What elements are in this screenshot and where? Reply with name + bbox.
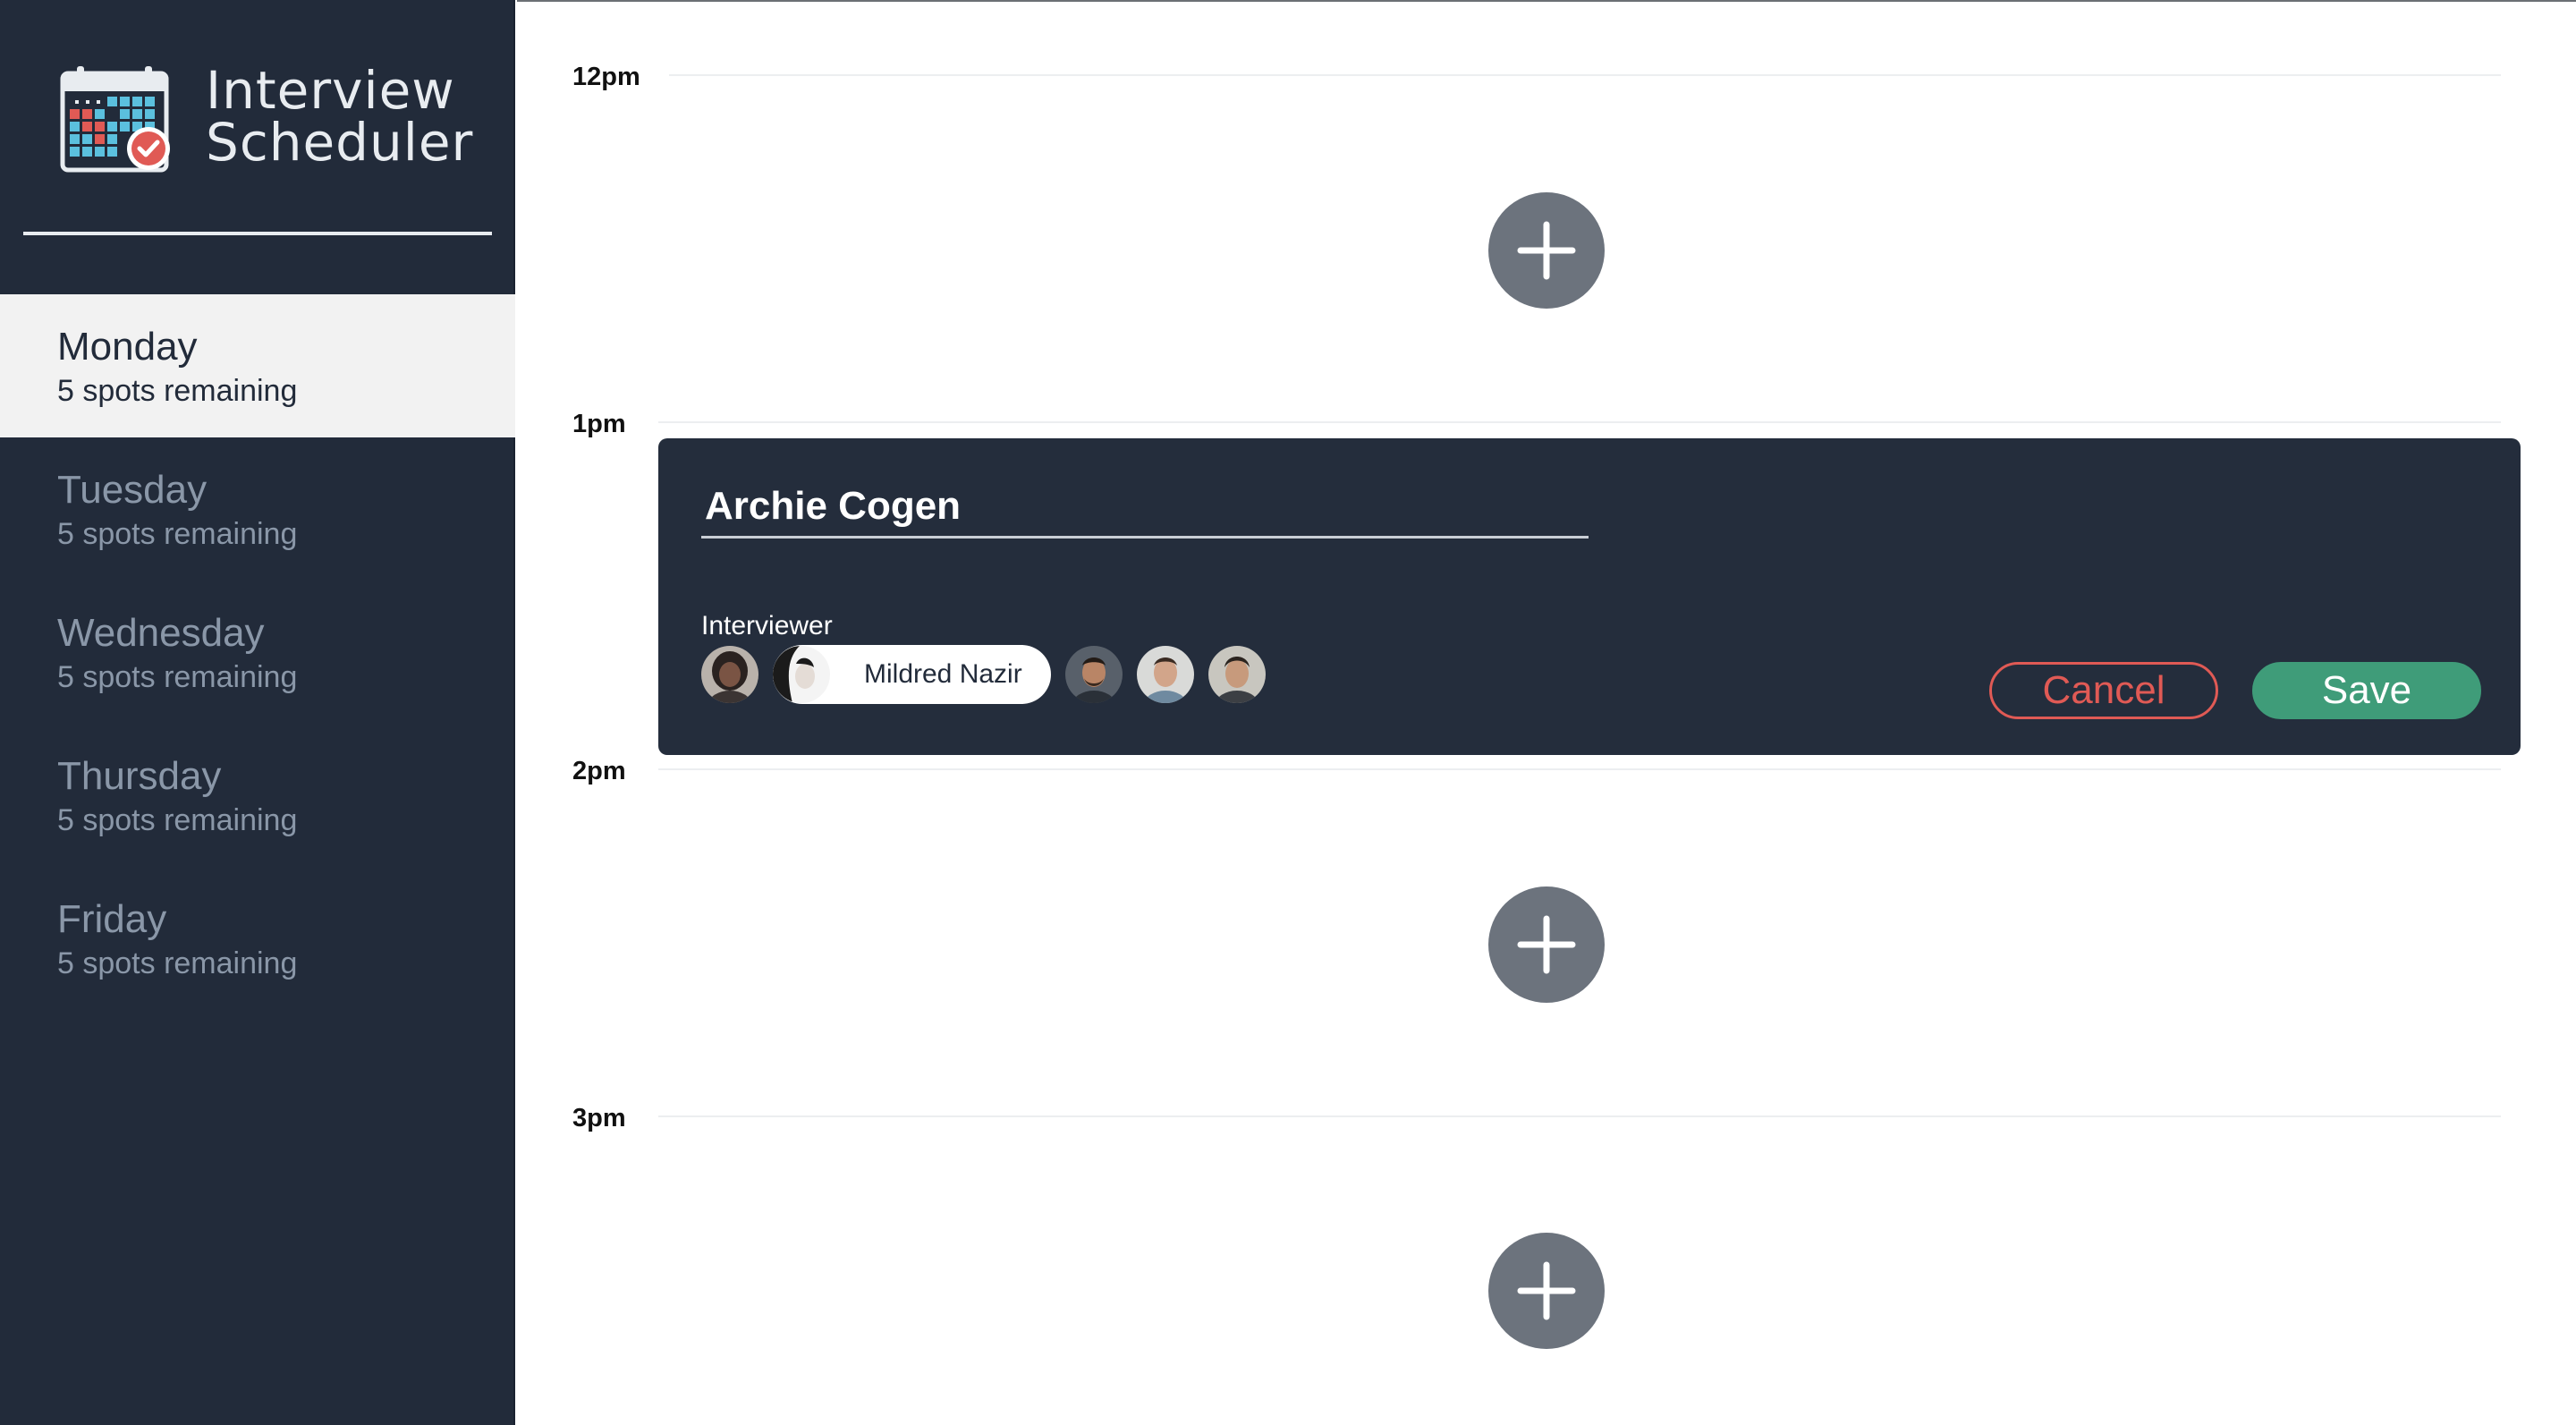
time-label-1pm: 1pm <box>572 410 626 438</box>
time-rule <box>658 421 2501 423</box>
interviewer-label: Interviewer <box>701 611 833 640</box>
day-item-wednesday[interactable]: Wednesday 5 spots remaining <box>0 581 515 724</box>
interviewer-selected[interactable]: Mildred Nazir <box>773 645 1051 704</box>
add-appointment-button[interactable] <box>1488 192 1605 309</box>
app-title: Interview Scheduler <box>206 64 473 168</box>
schedule: 12pm 1pm Interviewer <box>517 0 2576 1425</box>
day-name: Thursday <box>57 754 222 798</box>
student-name-input[interactable] <box>701 476 1589 539</box>
time-rule <box>658 768 2501 770</box>
interviewer-avatar <box>773 646 830 703</box>
sidebar: Interview Scheduler Monday 5 spots remai… <box>0 0 515 1425</box>
day-name: Friday <box>57 897 167 941</box>
plus-icon <box>1517 1261 1576 1320</box>
avatar-photo-icon <box>701 646 758 703</box>
avatar-photo-icon <box>1064 646 1123 703</box>
avatar-photo-icon <box>1136 646 1194 703</box>
plus-icon <box>1517 915 1576 974</box>
cancel-button[interactable]: Cancel <box>1989 662 2218 719</box>
time-label-2pm: 2pm <box>572 757 626 785</box>
app-title-line-1: Interview <box>206 60 455 121</box>
time-rule <box>658 1115 2501 1117</box>
sidebar-divider <box>23 232 492 235</box>
plus-icon <box>1517 221 1576 280</box>
time-label-3pm: 3pm <box>572 1104 626 1132</box>
interviewer-name: Mildred Nazir <box>864 659 1022 689</box>
interviewer-avatar[interactable] <box>1064 646 1123 703</box>
day-spots: 5 spots remaining <box>57 946 298 980</box>
day-item-friday[interactable]: Friday 5 spots remaining <box>0 867 515 1010</box>
calendar-logo-icon <box>60 66 170 173</box>
add-appointment-button[interactable] <box>1488 1233 1605 1349</box>
day-item-monday[interactable]: Monday 5 spots remaining <box>0 294 515 437</box>
day-item-tuesday[interactable]: Tuesday 5 spots remaining <box>0 437 515 581</box>
app-title-line-2: Scheduler <box>206 112 474 173</box>
add-appointment-button[interactable] <box>1488 886 1605 1003</box>
avatar-photo-icon <box>1208 646 1266 703</box>
day-name: Wednesday <box>57 611 265 655</box>
avatar-photo-icon <box>773 646 830 703</box>
time-label-12pm: 12pm <box>572 63 640 91</box>
interviewer-avatar[interactable] <box>1136 646 1194 703</box>
day-spots: 5 spots remaining <box>57 660 298 694</box>
interviewer-avatar[interactable] <box>1208 646 1266 703</box>
time-rule <box>669 74 2501 76</box>
day-item-thursday[interactable]: Thursday 5 spots remaining <box>0 724 515 867</box>
day-spots: 5 spots remaining <box>57 517 298 551</box>
interviewer-list: Mildred Nazir <box>701 645 1280 704</box>
brand: Interview Scheduler <box>59 63 472 179</box>
day-list: Monday 5 spots remaining Tuesday 5 spots… <box>0 294 515 1010</box>
interviewer-avatar[interactable] <box>701 646 758 703</box>
save-button[interactable]: Save <box>2252 662 2481 719</box>
day-name: Tuesday <box>57 468 208 512</box>
day-spots: 5 spots remaining <box>57 803 298 837</box>
day-spots: 5 spots remaining <box>57 374 298 408</box>
appointment-form: Interviewer <box>658 438 2521 755</box>
day-name: Monday <box>57 325 198 369</box>
